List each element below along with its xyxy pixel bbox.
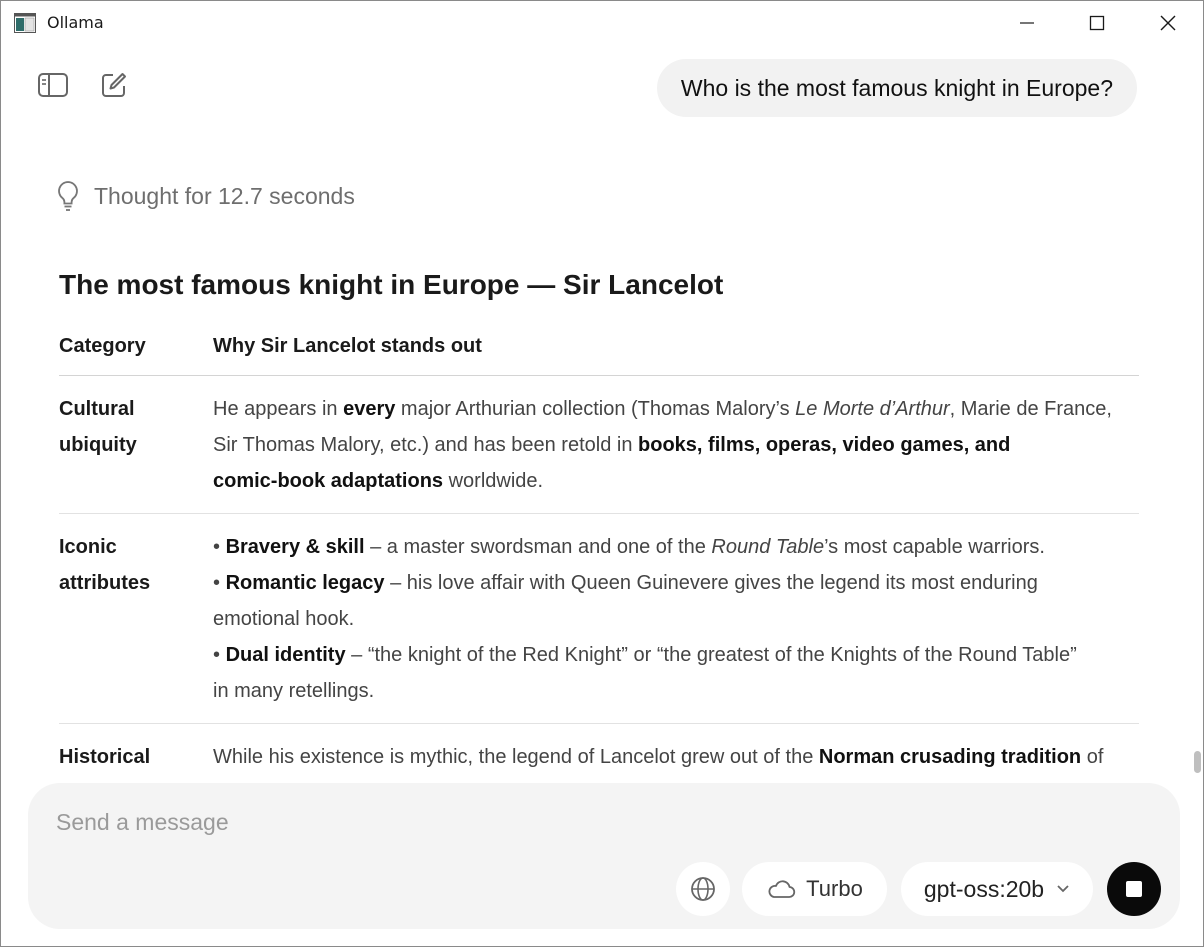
text-segment: – a master swordsman and one of the [364,536,712,558]
text-segment: major Arthurian collection (Thomas Malor… [395,398,796,420]
message-input[interactable] [56,809,656,836]
text-segment: – “the knight of the Red Knight” or “the… [345,644,1077,666]
globe-icon [691,877,715,901]
table-row: Iconic attributes • Bravery & skill – a ma… [59,514,1139,724]
table-row: Cultural ubiquity He appears in every majo… [59,376,1139,514]
web-search-button[interactable] [676,862,730,916]
model-selector[interactable]: gpt-oss:20b [901,862,1093,916]
description-line: While his existence is mythic, the legen… [213,739,1139,775]
category-word: Historical [59,746,151,768]
italic-text: Le Morte d’Arthur [795,398,950,420]
category-word: ubiquity [59,434,137,456]
bold-text: Romantic legacy [225,572,385,594]
bold-text: every [343,398,396,420]
text-segment: He appears in [213,398,344,420]
text-segment: – his love affair with Queen Guinevere g… [384,572,1038,594]
assistant-response: The most famous knight in Europe — Sir L… [59,1,1139,789]
text-segment: • [213,572,226,594]
row-category: Cultural ubiquity [59,391,199,463]
category-word: Iconic [59,536,117,558]
message-composer: Turbo gpt-oss:20b [28,783,1180,929]
ollama-app-icon [14,13,36,33]
table-body: Cultural ubiquity He appears in every majo… [59,376,1139,789]
row-category: Iconic attributes [59,529,199,601]
row-description: • Bravery & skill – a master swordsman a… [213,514,1139,723]
chevron-down-icon [1057,885,1069,893]
stop-button[interactable] [1107,862,1161,916]
turbo-label: Turbo [806,876,863,901]
bold-text: books, films, operas, video games, and [638,434,1011,456]
table-row: Historicalfootprint While his existence i… [59,724,1139,789]
row-description: He appears in every major Arthurian coll… [213,376,1139,513]
category-word: Cultural [59,398,135,420]
text-segment: of [1081,746,1104,768]
close-button[interactable] [1139,1,1197,45]
response-heading: The most famous knight in Europe — Sir L… [59,269,724,300]
table-header: Category Why Sir Lancelot stands out [59,329,1139,376]
description-line: He appears in every major Arthurian coll… [213,391,1139,427]
bold-text: Norman crusading tradition [818,746,1082,768]
header-why: Why Sir Lancelot stands out [213,335,482,357]
close-icon [1160,15,1176,31]
turbo-button[interactable]: Turbo [742,862,887,916]
text-segment: While his existence is mythic, the legen… [213,746,819,768]
description-line: Sir Thomas Malory, etc.) and has been re… [213,427,1139,463]
text-segment: Sir Thomas Malory, etc.) and has been re… [213,434,639,456]
text-segment: • [213,536,226,558]
description-line: • Romantic legacy – his love affair with… [213,565,1139,601]
bold-text: Bravery & skill [225,536,365,558]
description-line: in many retellings. [213,673,1139,709]
ollama-window: Ollama Who is the most famous knight in … [0,0,1204,947]
description-line: emotional hook. [213,601,1139,637]
row-category: Historicalfootprint [59,739,199,789]
italic-text: Round Table [711,536,825,558]
scrollbar-thumb[interactable] [1194,751,1201,773]
text-segment: emotional hook. [213,608,355,630]
description-line: • Dual identity – “the knight of the Red… [213,637,1139,673]
description-line: comic-book adaptations worldwide. [213,463,1139,499]
model-label: gpt-oss:20b [923,875,1045,902]
text-segment: worldwide. [443,470,544,492]
cloud-icon [768,880,796,898]
category-word: attributes [59,572,151,594]
text-segment: • [213,644,226,666]
bold-text: comic-book adaptations [213,470,444,492]
text-segment: , Marie de France, [949,398,1112,420]
text-segment: in many retellings. [213,680,375,702]
description-line: • Bravery & skill – a master swordsman a… [213,529,1139,565]
text-segment: ’s most capable warriors. [824,536,1045,558]
bold-text: Dual identity [225,644,346,666]
header-category: Category [59,335,146,357]
row-description: While his existence is mythic, the legen… [213,724,1139,789]
stop-icon [1126,881,1142,897]
response-table: Category Why Sir Lancelot stands out Cul… [59,329,1139,789]
